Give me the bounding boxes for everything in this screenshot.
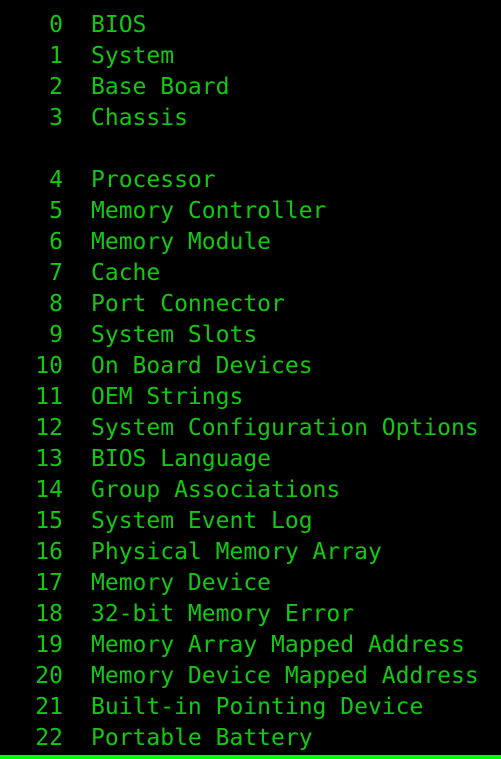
terminal-line: 22 Portable Battery (0, 723, 501, 754)
dmi-type-number: 0 (49, 12, 63, 38)
dmi-type-label: Memory Module (91, 229, 272, 255)
dmi-type-label: Memory Controller (91, 198, 327, 224)
dmi-type-number: 8 (49, 291, 63, 317)
dmi-type-number: 18 (35, 601, 63, 627)
dmi-type-label: System Slots (91, 322, 258, 348)
terminal-line: 11 OEM Strings (0, 382, 501, 413)
dmi-type-number: 1 (49, 43, 63, 69)
dmi-type-label: Portable Battery (91, 725, 313, 751)
terminal-output[interactable]: 0 BIOS 1 System 2 Base Board 3 Chassis 4 Process… (0, 0, 501, 755)
terminal-line: 13 BIOS Language (0, 444, 501, 475)
dmi-type-number: 14 (35, 477, 63, 503)
terminal-line: 12 System Configuration Options (0, 413, 501, 444)
dmi-type-label: System Event Log (91, 508, 313, 534)
terminal-line: 2 Base Board (0, 72, 501, 103)
dmi-type-label: Memory Device Mapped Address (91, 663, 479, 689)
dmi-type-label: Cache (91, 260, 161, 286)
terminal-line: 20 Memory Device Mapped Address (0, 661, 501, 692)
terminal-line: 10 On Board Devices (0, 351, 501, 382)
dmi-type-label: OEM Strings (91, 384, 244, 410)
dmi-type-number: 6 (49, 229, 63, 255)
dmi-type-number: 13 (35, 446, 63, 472)
terminal-line: 19 Memory Array Mapped Address (0, 630, 501, 661)
terminal-line: 8 Port Connector (0, 289, 501, 320)
dmi-type-label: Memory Array Mapped Address (91, 632, 465, 658)
terminal-line: 6 Memory Module (0, 227, 501, 258)
dmi-type-label: 32-bit Memory Error (91, 601, 355, 627)
dmi-type-label: Group Associations (91, 477, 341, 503)
dmi-type-number: 20 (35, 663, 63, 689)
dmi-type-label: System Configuration Options (91, 415, 479, 441)
dmi-type-label: Physical Memory Array (91, 539, 382, 565)
terminal-line: 14 Group Associations (0, 475, 501, 506)
terminal-line: 0 BIOS (0, 10, 501, 41)
dmi-type-number: 2 (49, 74, 63, 100)
terminal-line: 17 Memory Device (0, 568, 501, 599)
terminal-line: 4 Processor (0, 165, 501, 196)
terminal-line: 21 Built-in Pointing Device (0, 692, 501, 723)
dmi-type-number: 16 (35, 539, 63, 565)
dmi-type-number: 9 (49, 322, 63, 348)
dmi-type-number: 21 (35, 694, 63, 720)
terminal-line: 18 32-bit Memory Error (0, 599, 501, 630)
dmi-type-number: 10 (35, 353, 63, 379)
dmi-type-number: 4 (49, 167, 63, 193)
terminal-line: 3 Chassis (0, 103, 501, 134)
dmi-type-label: Chassis (91, 105, 188, 131)
terminal-window[interactable]: 0 BIOS 1 System 2 Base Board 3 Chassis 4 Process… (0, 0, 501, 759)
dmi-type-label: Base Board (91, 74, 230, 100)
dmi-type-number: 3 (49, 105, 63, 131)
dmi-type-label: Built-in Pointing Device (91, 694, 424, 720)
terminal-line: 1 System (0, 41, 501, 72)
dmi-type-number: 11 (35, 384, 63, 410)
terminal-line: 15 System Event Log (0, 506, 501, 537)
dmi-type-label: BIOS (91, 12, 147, 38)
dmi-type-number: 19 (35, 632, 63, 658)
dmi-type-label: Memory Device (91, 570, 272, 596)
terminal-line: 9 System Slots (0, 320, 501, 351)
dmi-type-number: 17 (35, 570, 63, 596)
dmi-type-label: Processor (91, 167, 216, 193)
dmi-type-number: 5 (49, 198, 63, 224)
terminal-line: 16 Physical Memory Array (0, 537, 501, 568)
dmi-type-number: 12 (35, 415, 63, 441)
dmi-type-number: 15 (35, 508, 63, 534)
dmi-type-label: On Board Devices (91, 353, 313, 379)
dmi-type-label: BIOS Language (91, 446, 272, 472)
dmi-type-number: 7 (49, 260, 63, 286)
terminal-bottom-border (0, 755, 501, 759)
dmi-type-label: Port Connector (91, 291, 285, 317)
dmi-type-number: 22 (35, 725, 63, 751)
terminal-line: 5 Memory Controller (0, 196, 501, 227)
terminal-line: 7 Cache (0, 258, 501, 289)
dmi-type-label: System (91, 43, 175, 69)
